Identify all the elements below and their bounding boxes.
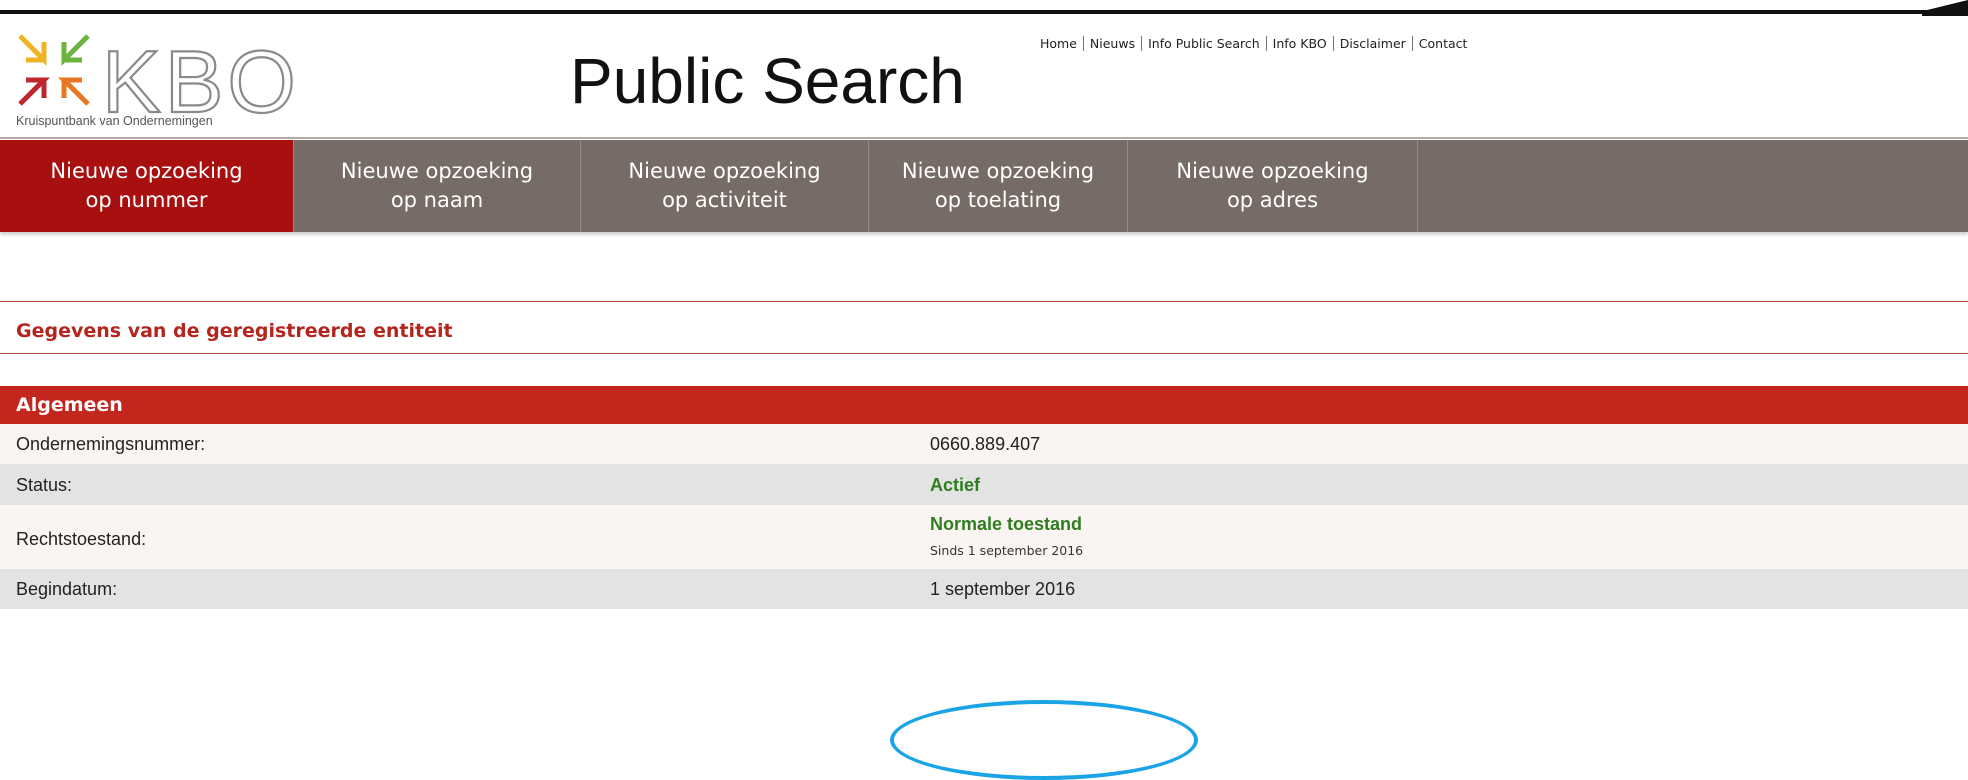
logo-subtitle: Kruispuntbank van Ondernemingen — [16, 114, 213, 128]
entity-general-table: Algemeen Ondernemingsnummer: 0660.889.40… — [0, 386, 1968, 609]
logo-arrows-icon — [18, 34, 90, 106]
top-link-home[interactable]: Home — [1040, 36, 1083, 51]
top-link-disclaimer[interactable]: Disclaimer — [1332, 36, 1412, 51]
tab-label-line1: Nieuwe opzoeking — [1176, 159, 1369, 183]
top-link-info-public-search[interactable]: Info Public Search — [1141, 36, 1266, 51]
tab-search-by-activity[interactable]: Nieuwe opzoeking op activiteit — [581, 140, 869, 232]
header-divider — [0, 137, 1968, 139]
corner-mark — [1922, 0, 1968, 16]
table-header-general: Algemeen — [0, 386, 1968, 424]
tab-search-by-address[interactable]: Nieuwe opzoeking op adres — [1128, 140, 1418, 232]
value-rechtstoestand-since: Sinds 1 september 2016 — [930, 543, 1084, 558]
section-rule-bottom — [0, 353, 1968, 354]
tab-search-by-name[interactable]: Nieuwe opzoeking op naam — [294, 140, 581, 232]
tab-label-line2: op activiteit — [662, 188, 787, 212]
logo-wordmark: KBO — [101, 32, 300, 131]
main-nav: Nieuwe opzoeking op nummer Nieuwe opzoek… — [0, 140, 1968, 232]
kbo-logo[interactable]: KBO Kruispuntbank van Ondernemingen — [14, 24, 297, 134]
value-rechtstoestand: Normale toestand — [930, 514, 1083, 534]
label-status: Status: — [16, 475, 73, 495]
label-begindatum: Begindatum: — [16, 579, 118, 599]
top-link-info-kbo[interactable]: Info KBO — [1265, 36, 1333, 51]
table-row-begindatum: Begindatum: 1 september 2016 — [0, 569, 1968, 609]
value-begindatum: 1 september 2016 — [930, 579, 1076, 599]
tab-label-line1: Nieuwe opzoeking — [901, 159, 1095, 183]
tab-label-line1: Nieuwe opzoeking — [628, 159, 821, 183]
label-ondernemingsnummer: Ondernemingsnummer: — [16, 434, 206, 454]
annotation-ellipse — [890, 700, 1198, 780]
value-ondernemingsnummer: 0660.889.407 — [930, 434, 1041, 454]
page-title: Public Search — [570, 45, 965, 117]
tab-label-line2: op adres — [1226, 188, 1319, 212]
value-status: Actief — [930, 475, 981, 495]
tab-label-line1: Nieuwe opzoeking — [50, 159, 243, 183]
tab-search-by-number[interactable]: Nieuwe opzoeking op nummer — [0, 140, 294, 232]
tab-label-line2: op nummer — [85, 188, 208, 212]
table-row-rechtstoestand: Rechtstoestand: Normale toestand Sinds 1… — [0, 505, 1968, 569]
top-links: Home Nieuws Info Public Search Info KBO … — [1040, 36, 1473, 51]
table-row-ondernemingsnummer: Ondernemingsnummer: 0660.889.407 — [0, 424, 1968, 464]
tab-label-line1: Nieuwe opzoeking — [340, 159, 534, 183]
table-row-status: Status: Actief — [0, 464, 1968, 505]
section-rule-top — [0, 301, 1968, 302]
nav-filler — [1418, 140, 1968, 232]
top-link-contact[interactable]: Contact — [1411, 36, 1474, 51]
top-rule — [0, 10, 1968, 14]
top-link-nieuws[interactable]: Nieuws — [1082, 36, 1141, 51]
tab-label-line2: op toelating — [934, 188, 1062, 212]
tab-label-line2: op naam — [390, 188, 484, 212]
tab-search-by-permit[interactable]: Nieuwe opzoeking op toelating — [869, 140, 1128, 232]
section-title: Gegevens van de geregistreerde entiteit — [16, 320, 453, 342]
label-rechtstoestand: Rechtstoestand: — [16, 529, 147, 549]
